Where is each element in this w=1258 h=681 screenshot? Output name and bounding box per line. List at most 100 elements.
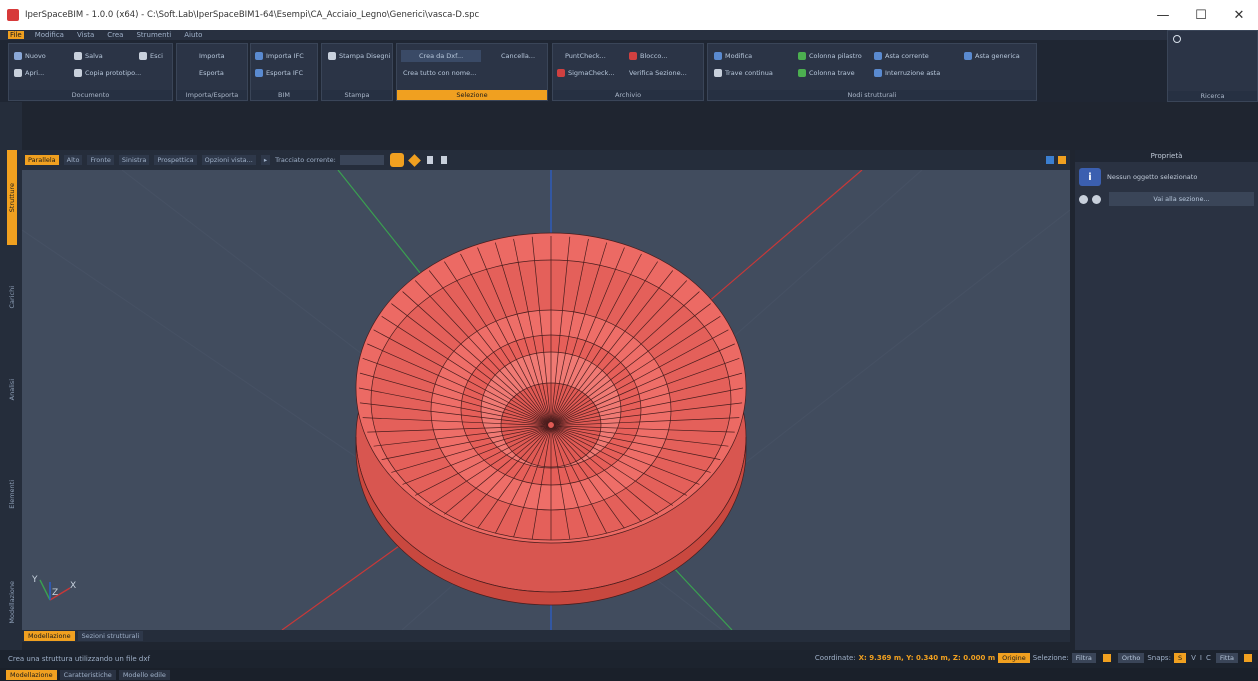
origin-button[interactable]: Origine [998, 653, 1030, 663]
ribbon-group-importa-esporta: Importa Esporta Importa/Esporta [176, 43, 248, 101]
ifc-icon [255, 52, 263, 60]
window-close-icon[interactable] [1058, 156, 1066, 164]
create-all-named-button[interactable]: Crea tutto con nome... [403, 69, 476, 77]
view-parallel-button[interactable]: Parallela [25, 155, 59, 165]
tab-modellazione[interactable]: Modellazione [7, 557, 17, 647]
group-label: Importa/Esporta [177, 90, 247, 100]
open-button[interactable]: Apri... [14, 69, 44, 77]
export-button[interactable]: Esporta [199, 69, 224, 77]
zoom-out-icon[interactable] [1092, 194, 1101, 204]
copy-prototype-button[interactable]: Copia prototipo... [74, 69, 141, 77]
interruption-icon [874, 69, 882, 77]
snap-c-button[interactable]: C [1206, 654, 1211, 662]
tab-elementi[interactable]: Elementi [7, 454, 17, 534]
tab-analisi[interactable]: Analisi [7, 350, 17, 430]
selection-info-text: Nessun oggetto selezionato [1107, 173, 1198, 181]
snap-v-button[interactable]: V [1191, 654, 1196, 662]
exit-button[interactable]: Esci [139, 52, 163, 60]
bar-interruption-button[interactable]: Interruzione asta [874, 69, 940, 77]
pin-icon[interactable] [426, 156, 433, 164]
selection-label: Selezione: [1032, 654, 1069, 662]
open-icon [14, 69, 22, 77]
tab-modellazione-view[interactable]: Modellazione [24, 631, 75, 641]
axis-x-label: X [70, 581, 76, 591]
modify-button[interactable]: Modifica [714, 52, 752, 60]
wrench-icon[interactable] [1102, 654, 1111, 662]
go-to-section-select[interactable]: Vai alla sezione... [1109, 192, 1254, 206]
fit-button[interactable]: Fitta [1215, 653, 1238, 663]
beam-column-button[interactable]: Colonna trave [798, 69, 855, 77]
menu-modifica[interactable]: Modifica [33, 31, 66, 39]
tab-carichi[interactable]: Carichi [7, 257, 17, 337]
search-icon[interactable] [1173, 35, 1181, 43]
tab-modellazione-bottom[interactable]: Modellazione [6, 669, 57, 680]
sigmacheck-button[interactable]: SigmaCheck... [557, 69, 615, 77]
trace-dropdown[interactable] [339, 155, 384, 165]
import-ifc-button[interactable]: Importa IFC [255, 52, 304, 60]
status-message: Crea una struttura utilizzando un file d… [8, 655, 150, 663]
menu-aiuto[interactable]: Aiuto [182, 31, 204, 39]
menu-file[interactable]: File [8, 31, 24, 39]
block-icon [629, 52, 637, 60]
view-options-button[interactable]: Opzioni vista... [201, 155, 256, 165]
block-button[interactable]: Blocco... [629, 52, 667, 60]
snap-s-button[interactable]: S [1173, 653, 1187, 663]
snap-i-button[interactable]: I [1200, 654, 1202, 662]
modify-icon [714, 52, 722, 60]
generic-bar-button[interactable]: Asta generica [964, 52, 1020, 60]
view-perspective-button[interactable]: Prospettica [154, 155, 197, 165]
menu-strumenti[interactable]: Strumenti [134, 31, 173, 39]
tank-model [355, 232, 747, 606]
window-restore-icon[interactable] [1046, 156, 1054, 164]
tab-strutture[interactable]: Strutture [7, 150, 17, 245]
print-drawings-button[interactable]: Stampa Disegni [328, 52, 390, 60]
new-button[interactable]: Nuovo [14, 52, 46, 60]
bar-icon [874, 52, 882, 60]
export-ifc-button[interactable]: Esporta IFC [255, 69, 303, 77]
window-titlebar: IperSpaceBIM - 1.0.0 (x64) - C:\Soft.Lab… [0, 0, 1258, 30]
copy-icon [74, 69, 82, 77]
delete-button[interactable]: Cancella... [501, 52, 535, 60]
tab-caratteristiche[interactable]: Caratteristiche [59, 669, 116, 680]
zoom-in-icon[interactable] [1079, 194, 1088, 204]
column-pillar-button[interactable]: Colonna pilastro [798, 52, 862, 60]
tab-structural-sections[interactable]: Sezioni strutturali [77, 631, 144, 641]
3d-viewport[interactable]: Y Z X [22, 170, 1070, 630]
group-label: Archivio [553, 90, 703, 100]
puntcheck-button[interactable]: PuntCheck... [565, 52, 606, 60]
continuous-beam-button[interactable]: Trave continua [714, 69, 773, 77]
expand-button[interactable]: ▸ [260, 155, 271, 165]
axis-y-label: Y [31, 575, 38, 585]
bottom-tabs: Modellazione Caratteristiche Modello edi… [0, 668, 1258, 681]
save-button[interactable]: Salva [74, 52, 103, 60]
menu-crea[interactable]: Crea [105, 31, 125, 39]
axis-gizmo: Y Z X [31, 575, 76, 601]
ribbon-group-bim: Importa IFC Esporta IFC BIM [250, 43, 318, 101]
viewport-tabs: Modellazione Sezioni strutturali [22, 630, 1070, 642]
ortho-button[interactable]: Ortho [1117, 653, 1145, 663]
view-top-button[interactable]: Alto [63, 155, 83, 165]
section-check-button[interactable]: Verifica Sezione... [629, 69, 687, 77]
group-label: Stampa [322, 90, 392, 100]
ribbon: Nuovo Salva Esci Apri... Copia prototipo… [0, 40, 1258, 102]
filter-button[interactable]: Filtra [1071, 653, 1096, 663]
minimize-button[interactable]: — [1144, 0, 1182, 30]
current-bar-button[interactable]: Asta corrente [874, 52, 929, 60]
view-left-button[interactable]: Sinistra [118, 155, 150, 165]
pin-icon[interactable] [440, 156, 447, 164]
exit-icon [139, 52, 147, 60]
app-logo-icon [7, 9, 19, 21]
close-button[interactable]: ✕ [1220, 0, 1258, 30]
tab-modello-edile[interactable]: Modello edile [118, 669, 170, 680]
wrench-icon[interactable] [1244, 654, 1252, 662]
wrench-icon[interactable] [407, 153, 421, 167]
ribbon-group-stampa: Stampa Disegni Stampa [321, 43, 393, 101]
column-icon [798, 52, 806, 60]
menu-vista[interactable]: Vista [75, 31, 96, 39]
create-from-dxf-button[interactable]: Crea da Dxf... [401, 50, 482, 62]
view-front-button[interactable]: Fronte [87, 155, 114, 165]
import-button[interactable]: Importa [199, 52, 225, 60]
gear-icon[interactable] [389, 153, 404, 167]
ifc-icon [255, 69, 263, 77]
maximize-button[interactable]: ☐ [1182, 0, 1220, 30]
